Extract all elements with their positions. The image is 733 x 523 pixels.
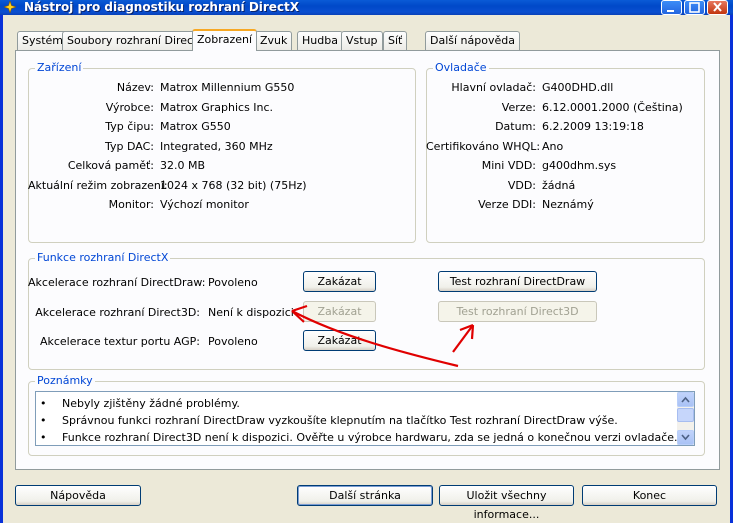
annotation-arrows bbox=[291, 304, 475, 368]
tab-display[interactable]: Zobrazení bbox=[192, 29, 258, 51]
red-arrow-line bbox=[291, 310, 459, 368]
